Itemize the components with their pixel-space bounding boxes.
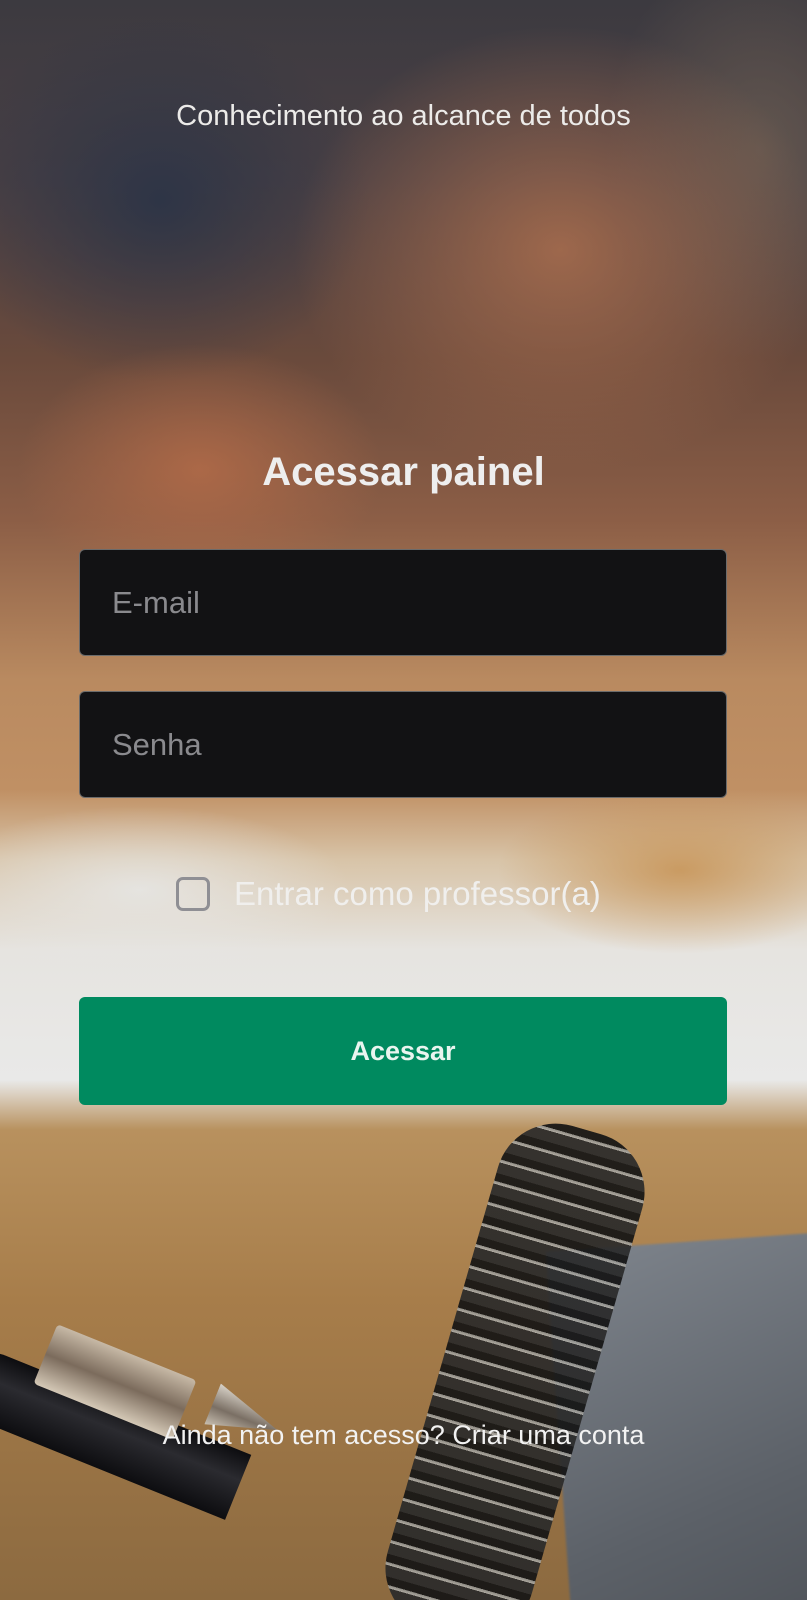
- password-field[interactable]: [79, 691, 727, 798]
- teacher-checkbox-label[interactable]: Entrar como professor(a): [234, 875, 601, 913]
- teacher-checkbox-row[interactable]: Entrar como professor(a): [176, 873, 601, 915]
- email-field[interactable]: [79, 549, 727, 656]
- signup-line: Ainda não tem acesso? Criar uma conta: [0, 1420, 807, 1451]
- page-title: Acessar painel: [262, 450, 545, 494]
- submit-button[interactable]: Acessar: [79, 997, 727, 1105]
- checkbox-unchecked-icon[interactable]: [176, 877, 210, 911]
- login-screen: Conhecimento ao alcance de todos Acessar…: [0, 0, 807, 1600]
- tagline: Conhecimento ao alcance de todos: [176, 100, 631, 132]
- create-account-link[interactable]: Criar uma conta: [452, 1420, 644, 1450]
- signup-prompt: Ainda não tem acesso?: [162, 1420, 445, 1450]
- login-content: Conhecimento ao alcance de todos Acessar…: [0, 0, 807, 1600]
